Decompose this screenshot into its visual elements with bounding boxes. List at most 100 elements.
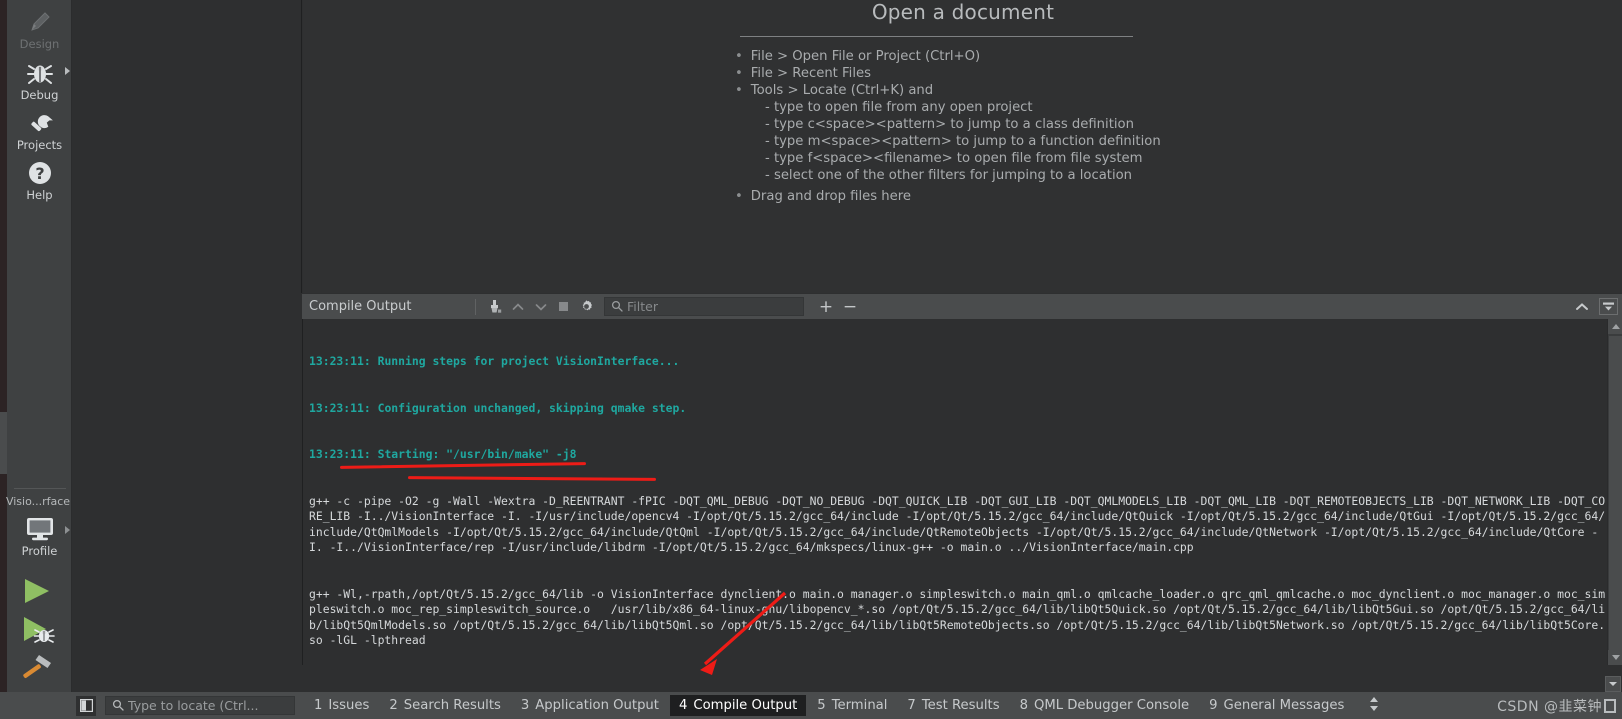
build-project-button[interactable] bbox=[20, 652, 56, 680]
toggle-sidebar-icon[interactable] bbox=[76, 695, 96, 716]
tab-number: 9 bbox=[1209, 698, 1218, 713]
settings-gear-icon[interactable] bbox=[575, 296, 598, 317]
output-pane-tabs: 1 Issues 2 Search Results 3 Application … bbox=[305, 695, 1381, 717]
output-pane-title: Compile Output bbox=[309, 299, 412, 314]
mode-item-label: Projects bbox=[16, 138, 63, 152]
tab-label: Search Results bbox=[403, 698, 501, 713]
mode-item-projects[interactable]: Projects bbox=[7, 107, 72, 152]
tab-label: Compile Output bbox=[693, 698, 798, 713]
question-mark-icon: ? bbox=[7, 157, 72, 187]
welcome-hint: type f<space><filename> to open file fro… bbox=[733, 150, 1193, 167]
clear-output-icon[interactable] bbox=[483, 296, 506, 317]
scroll-down-button[interactable] bbox=[1608, 650, 1622, 665]
log-line: g++ -c -pipe -O2 -g -Wall -Wextra -D_REE… bbox=[309, 493, 1606, 555]
scroll-up-button[interactable] bbox=[1608, 319, 1622, 334]
mode-item-label: Design bbox=[19, 37, 60, 51]
log-text: Running steps for project VisionInterfac… bbox=[370, 354, 680, 368]
hammer-icon bbox=[23, 655, 51, 678]
tab-number: 4 bbox=[678, 698, 688, 713]
welcome-hint: Tools > Locate (Ctrl+K) and bbox=[733, 82, 1193, 99]
tab-label: Terminal bbox=[831, 698, 888, 713]
bug-icon bbox=[7, 57, 72, 87]
log-line: 13:23:11: Starting: "/usr/bin/make" -j8 bbox=[309, 447, 1606, 463]
welcome-divider bbox=[740, 36, 1133, 37]
log-line: 13:23:11: Running steps for project Visi… bbox=[309, 354, 1606, 370]
up-down-chevron-icon[interactable] bbox=[1367, 695, 1381, 717]
log-text: Configuration unchanged, skipping qmake … bbox=[370, 400, 687, 415]
tab-number: 2 bbox=[389, 698, 398, 713]
svg-text:?: ? bbox=[35, 164, 44, 183]
kit-selector-label: Profile bbox=[21, 544, 58, 558]
start-debugging-button[interactable] bbox=[20, 614, 56, 644]
tab-compile-output[interactable]: 4 Compile Output bbox=[669, 695, 807, 716]
welcome-hint: Drag and drop files here bbox=[733, 188, 1193, 205]
tab-test-results[interactable]: 7 Test Results bbox=[898, 695, 1008, 716]
search-icon bbox=[611, 297, 623, 316]
tab-label: Test Results bbox=[921, 698, 1000, 713]
welcome-hint: type m<space><pattern> to jump to a func… bbox=[733, 133, 1193, 150]
mode-item-debug[interactable]: Debug bbox=[7, 57, 72, 102]
previous-item-icon[interactable] bbox=[506, 296, 529, 317]
search-icon bbox=[112, 696, 124, 715]
output-pane-body[interactable]: 13:23:11: Running steps for project Visi… bbox=[302, 319, 1622, 665]
locate-placeholder: Type to locate (Ctrl... bbox=[128, 698, 259, 713]
chevron-up-icon[interactable] bbox=[1570, 296, 1593, 317]
editor-area: Open a document File > Open File or Proj… bbox=[72, 0, 1622, 293]
tab-label: General Messages bbox=[1223, 698, 1345, 713]
welcome-hint: File > Open File or Project (Ctrl+O) bbox=[733, 48, 1193, 65]
maximize-output-pane-icon[interactable] bbox=[1599, 298, 1618, 315]
scrollbar-thumb[interactable] bbox=[1609, 336, 1622, 658]
status-bar: Type to locate (Ctrl... 1 Issues 2 Searc… bbox=[0, 692, 1622, 719]
output-pane-toolbar: Compile Output Filter + − bbox=[302, 294, 1622, 319]
filter-input[interactable]: Filter bbox=[604, 297, 804, 316]
log-line: 13:23:11: Configuration unchanged, skipp… bbox=[309, 401, 1606, 417]
mode-item-help[interactable]: ? Help bbox=[7, 157, 72, 202]
log-timestamp: 13:23:11: bbox=[309, 400, 371, 415]
tab-application-output[interactable]: 3 Application Output bbox=[512, 695, 668, 716]
log-timestamp: 13:23:11: bbox=[309, 354, 371, 368]
tab-issues[interactable]: 1 Issues bbox=[305, 695, 378, 716]
mode-item-design[interactable]: Design bbox=[7, 6, 72, 51]
tab-number: 5 bbox=[817, 698, 826, 713]
output-vertical-scrollbar[interactable] bbox=[1607, 319, 1622, 665]
zoom-in-button[interactable]: + bbox=[814, 297, 838, 317]
mode-bar-divider bbox=[14, 488, 66, 489]
toolbar-divider bbox=[475, 298, 476, 315]
tab-number: 3 bbox=[520, 698, 530, 713]
tab-terminal[interactable]: 5 Terminal bbox=[808, 695, 896, 716]
zoom-out-button[interactable]: − bbox=[838, 297, 862, 317]
filter-placeholder: Filter bbox=[627, 299, 658, 314]
welcome-hint: File > Recent Files bbox=[733, 65, 1193, 82]
tab-label: Application Output bbox=[535, 698, 659, 713]
corner-scroll-down-button[interactable] bbox=[1605, 676, 1621, 692]
welcome-hint-list: File > Open File or Project (Ctrl+O) Fil… bbox=[733, 48, 1193, 205]
log-timestamp: 13:23:11: bbox=[309, 447, 371, 461]
log-text: Starting: "/usr/bin/make" -j8 bbox=[370, 447, 577, 461]
tab-number: 8 bbox=[1019, 698, 1028, 713]
welcome-document-panel: Open a document File > Open File or Proj… bbox=[303, 0, 1622, 293]
debug-run-icon bbox=[24, 617, 55, 643]
kit-selector[interactable]: Profile bbox=[7, 513, 72, 558]
chevron-right-icon bbox=[65, 67, 70, 75]
monitor-icon bbox=[7, 513, 72, 543]
run-icon bbox=[25, 579, 49, 603]
wrench-icon bbox=[7, 107, 72, 137]
compile-output-log: 13:23:11: Running steps for project Visi… bbox=[309, 323, 1606, 665]
mode-bar-highlight bbox=[0, 412, 7, 474]
tab-general-messages[interactable]: 9 General Messages bbox=[1200, 695, 1353, 716]
mode-item-label: Help bbox=[26, 188, 53, 202]
tab-number: 1 bbox=[314, 698, 323, 713]
welcome-hint: type c<space><pattern> to jump to a clas… bbox=[733, 116, 1193, 133]
chevron-right-icon bbox=[65, 526, 70, 534]
welcome-hint: type to open file from any open project bbox=[733, 99, 1193, 116]
tab-qml-debugger-console[interactable]: 8 QML Debugger Console bbox=[1011, 695, 1199, 716]
stop-icon[interactable] bbox=[552, 296, 575, 317]
tab-number: 7 bbox=[907, 698, 916, 713]
locate-input[interactable]: Type to locate (Ctrl... bbox=[105, 696, 295, 715]
tab-search-results[interactable]: 2 Search Results bbox=[380, 695, 510, 716]
run-button[interactable] bbox=[20, 576, 54, 606]
next-item-icon[interactable] bbox=[529, 296, 552, 317]
active-project-label: Visio...rface bbox=[5, 495, 71, 508]
mode-bar-edge bbox=[0, 0, 7, 719]
welcome-title: Open a document bbox=[871, 0, 1055, 24]
